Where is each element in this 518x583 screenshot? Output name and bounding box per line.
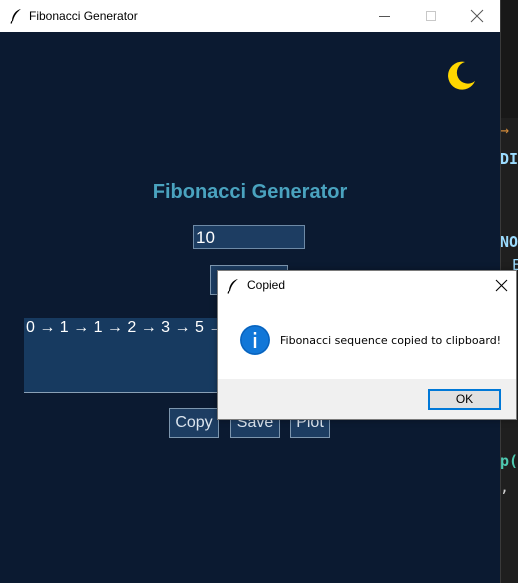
window-title: Fibonacci Generator — [29, 9, 138, 23]
copied-dialog: Copied Fibonacci sequence copied to clip… — [217, 270, 517, 420]
feather-icon — [10, 8, 22, 24]
dialog-message: Fibonacci sequence copied to clipboard! — [280, 334, 502, 347]
moon-icon — [448, 61, 475, 90]
minimize-button[interactable] — [362, 0, 408, 32]
theme-toggle-button[interactable] — [444, 59, 478, 93]
code-fragment: p( — [500, 452, 518, 470]
close-icon — [495, 279, 508, 292]
feather-icon — [227, 278, 239, 294]
close-button[interactable] — [454, 0, 500, 32]
maximize-icon — [426, 11, 436, 21]
ok-button[interactable]: OK — [428, 389, 501, 410]
code-fragment: NO — [500, 233, 518, 251]
maximize-button[interactable] — [408, 0, 454, 32]
info-icon — [239, 324, 271, 356]
editor-top-panel — [500, 0, 518, 118]
dialog-titlebar[interactable]: Copied — [218, 271, 516, 301]
dialog-close-button[interactable] — [486, 271, 516, 301]
copy-button[interactable]: Copy — [169, 408, 219, 438]
window-titlebar[interactable]: Fibonacci Generator — [0, 0, 500, 32]
dialog-title: Copied — [247, 278, 286, 292]
code-fragment: , — [500, 478, 510, 496]
dialog-footer: OK — [218, 379, 516, 419]
app-heading: Fibonacci Generator — [152, 181, 348, 203]
code-fragment: → — [500, 121, 510, 139]
count-input[interactable] — [193, 225, 305, 249]
minimize-icon — [379, 16, 390, 17]
close-icon — [470, 9, 484, 23]
sequence-text: 0 → 1 → 1 → 2 → 3 → 5 → — [26, 319, 225, 336]
code-fragment: DI — [500, 150, 518, 168]
